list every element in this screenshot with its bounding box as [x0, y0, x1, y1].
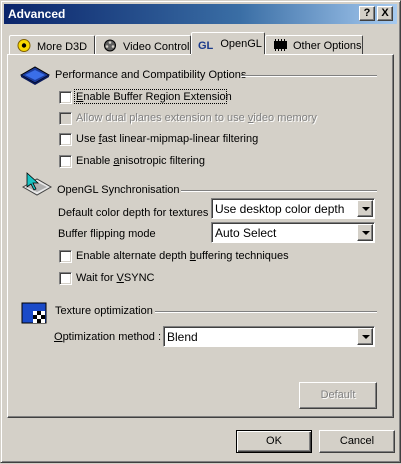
sync-divider — [181, 190, 377, 192]
optimization-method-value: Blend — [167, 330, 198, 344]
buffer-flip-value: Auto Select — [215, 226, 277, 240]
buffer-region-checkbox[interactable] — [59, 91, 72, 104]
sync-section-title: OpenGL Synchronisation — [57, 184, 180, 196]
texture-section-title: Texture optimization — [55, 305, 153, 317]
color-depth-label: Default color depth for textures — [58, 207, 209, 219]
fast-filtering-label: Use fast linear-mipmap-linear filtering — [76, 133, 259, 145]
fast-filtering-checkbox[interactable] — [59, 133, 72, 146]
performance-section-title: Performance and Compatibility Options — [55, 69, 247, 81]
chevron-down-icon[interactable] — [357, 200, 373, 217]
optimization-method-label: Optimization method : — [54, 331, 161, 343]
performance-icon — [19, 66, 51, 85]
optimization-method-select[interactable]: Blend — [163, 326, 375, 347]
cancel-button[interactable]: Cancel — [319, 430, 395, 453]
color-depth-select[interactable]: Use desktop color depth — [211, 198, 375, 219]
color-depth-value: Use desktop color depth — [215, 202, 345, 216]
alternate-depth-checkbox[interactable] — [59, 250, 72, 263]
alternate-depth-label: Enable alternate depth buffering techniq… — [76, 250, 289, 262]
ok-button[interactable]: OK — [236, 430, 312, 453]
anisotropic-checkbox[interactable] — [59, 155, 72, 168]
synchronisation-icon — [21, 172, 53, 196]
buffer-flip-select[interactable]: Auto Select — [211, 222, 375, 243]
buffer-flip-label: Buffer flipping mode — [58, 228, 156, 240]
advanced-dialog: Advanced ? X More D3D Video Control GL O… — [0, 0, 401, 463]
anisotropic-label: Enable anisotropic filtering — [76, 155, 206, 167]
panel-content: Performance and Compatibility Options En… — [1, 1, 401, 464]
chevron-down-icon[interactable] — [357, 328, 373, 345]
texture-icon — [21, 302, 47, 324]
dual-planes-checkbox[interactable] — [59, 112, 72, 125]
vsync-checkbox[interactable] — [59, 272, 72, 285]
performance-divider — [241, 75, 377, 77]
dual-planes-label: Allow dual planes extension to use video… — [76, 112, 317, 124]
focus-rect — [74, 89, 227, 104]
texture-divider — [155, 311, 377, 313]
default-button[interactable]: Default — [299, 382, 377, 409]
chevron-down-icon[interactable] — [357, 224, 373, 241]
vsync-label: Wait for VSYNC — [76, 272, 155, 284]
